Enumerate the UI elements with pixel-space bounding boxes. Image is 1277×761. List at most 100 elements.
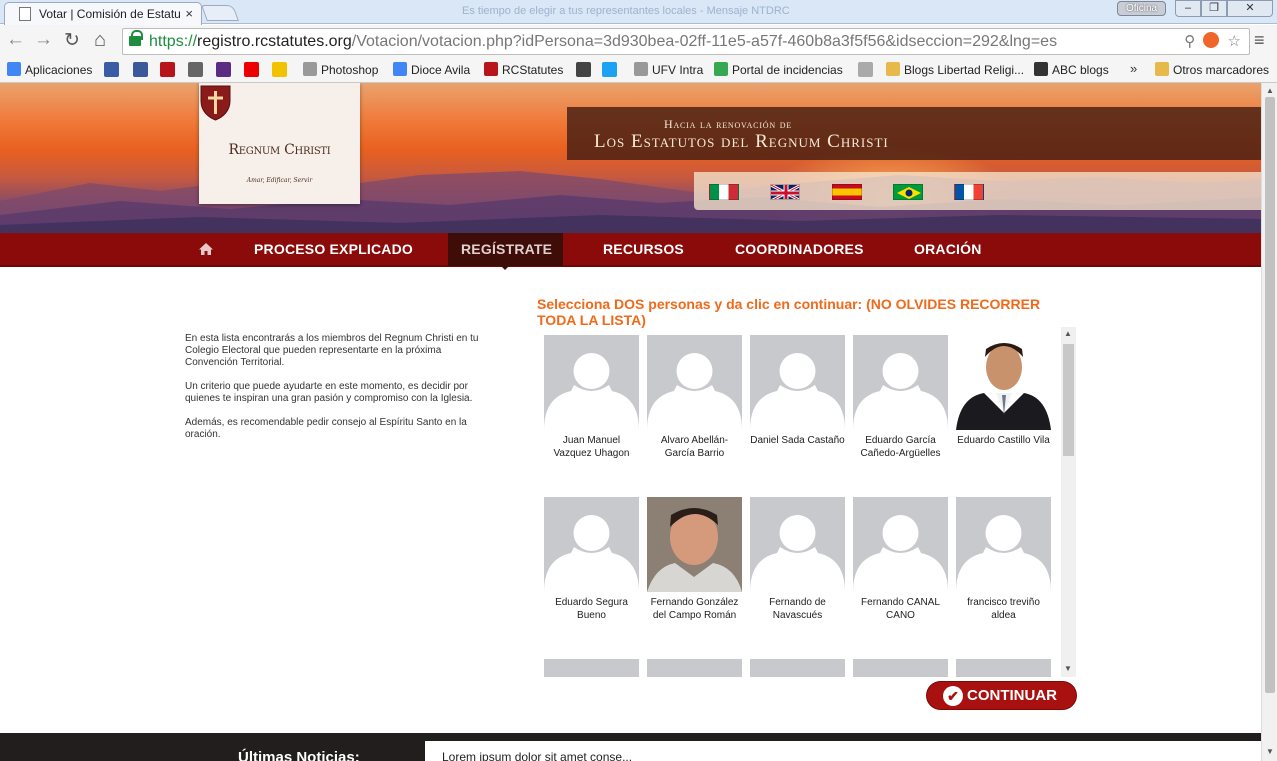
cloud-icon[interactable] bbox=[858, 62, 873, 77]
bookmark-item[interactable]: UFV Intra bbox=[634, 62, 703, 77]
folder-icon bbox=[1155, 62, 1169, 76]
bookmark-item[interactable]: RCStatutes bbox=[484, 62, 563, 77]
avatar-placeholder[interactable] bbox=[544, 497, 639, 592]
avatar-placeholder[interactable] bbox=[544, 335, 639, 430]
profile-button[interactable]: Oficina bbox=[1117, 1, 1166, 16]
browser-tab[interactable]: Votar | Comisión de Estatu × bbox=[4, 2, 202, 25]
flag-brazil-icon[interactable] bbox=[893, 184, 923, 200]
avatar-placeholder[interactable] bbox=[956, 497, 1051, 592]
flag-spain-icon[interactable] bbox=[832, 184, 862, 200]
folder-icon bbox=[886, 62, 900, 76]
news-ticker[interactable]: Lorem ipsum dolor sit amet conse... bbox=[442, 750, 632, 761]
intro-text: En esta lista encontrarás a los miembros… bbox=[185, 333, 495, 453]
page-scroll-up-icon[interactable]: ▲ bbox=[1266, 86, 1274, 95]
avatar-photo[interactable] bbox=[647, 497, 742, 592]
bookmarks-overflow-icon[interactable]: » bbox=[1130, 61, 1137, 76]
page-scrollbar[interactable]: ▲ ▼ bbox=[1261, 83, 1277, 761]
avatar-placeholder[interactable] bbox=[853, 659, 948, 677]
people-list-scroll-thumb[interactable] bbox=[1063, 344, 1074, 456]
secure-lock-icon bbox=[129, 30, 143, 46]
person-name: Fernando CANAL CANO bbox=[861, 597, 940, 621]
person-card[interactable]: Fernando González del Campo Román bbox=[647, 497, 742, 622]
avatar-placeholder[interactable] bbox=[544, 659, 639, 677]
person-name: Fernando González del Campo Román bbox=[650, 597, 739, 621]
home-icon[interactable]: ⌂ bbox=[94, 29, 106, 52]
santander-icon[interactable] bbox=[244, 62, 259, 77]
bookmark-item[interactable]: Aplicaciones bbox=[7, 62, 92, 77]
twitter-icon[interactable] bbox=[602, 62, 617, 77]
news-bar: Últimas Noticias: Lorem ipsum dolor sit … bbox=[0, 733, 1261, 761]
reload-icon[interactable]: ↻ bbox=[64, 29, 80, 52]
address-bar[interactable]: https://registro.rcstatutes.org/Votacion… bbox=[122, 28, 1250, 55]
person-card[interactable]: Fernando de Navascués bbox=[750, 497, 845, 622]
maximize-button[interactable]: ❐ bbox=[1201, 0, 1227, 17]
logo-title: Regnum Christi bbox=[228, 142, 331, 158]
minimize-button[interactable]: ‒ bbox=[1175, 0, 1201, 17]
people-list-scrollbar[interactable]: ▲ ▼ bbox=[1061, 327, 1076, 677]
shield-icon[interactable] bbox=[160, 62, 175, 77]
avatar-placeholder[interactable] bbox=[750, 659, 845, 677]
flag-italy-icon[interactable] bbox=[709, 184, 739, 200]
person-card[interactable]: Juan Manuel Vazquez Uhagon bbox=[544, 335, 639, 460]
close-window-button[interactable]: ✕ bbox=[1227, 0, 1273, 17]
intro-paragraph: En esta lista encontrarás a los miembros… bbox=[185, 333, 479, 368]
scroll-down-icon[interactable]: ▼ bbox=[1064, 664, 1072, 673]
page-scroll-thumb[interactable] bbox=[1265, 97, 1275, 693]
back-arrow-icon[interactable]: ← bbox=[6, 29, 25, 51]
bookmark-item[interactable]: Dioce Avila bbox=[393, 62, 470, 77]
avatar-placeholder[interactable] bbox=[750, 497, 845, 592]
avatar-photo[interactable] bbox=[956, 335, 1051, 430]
forward-arrow-icon[interactable]: → bbox=[34, 29, 53, 51]
avatar-placeholder[interactable] bbox=[750, 335, 845, 430]
bookmark-item[interactable]: Photoshop bbox=[303, 62, 378, 77]
header-banner: Regnum Christi Amar, Edificar, Servir Ha… bbox=[0, 83, 1261, 233]
other-bookmarks[interactable]: Otros marcadores bbox=[1155, 62, 1269, 77]
page-scroll-down-icon[interactable]: ▼ bbox=[1266, 747, 1274, 756]
nav-coordinadores[interactable]: COORDINADORES bbox=[735, 233, 864, 265]
nav-oracion[interactable]: ORACIÓN bbox=[914, 233, 982, 265]
continue-label: CONTINUAR bbox=[967, 687, 1057, 704]
bookmark-item[interactable]: Portal de incidencias bbox=[714, 62, 843, 77]
people-list[interactable]: Juan Manuel Vazquez Uhagon Alvaro Abellán… bbox=[537, 327, 1076, 677]
bookmark-label: Blogs Libertad Religi... bbox=[904, 63, 1025, 77]
scroll-up-icon[interactable]: ▲ bbox=[1064, 329, 1072, 338]
rc-icon[interactable] bbox=[188, 62, 203, 77]
flag-uk-icon[interactable] bbox=[770, 184, 800, 200]
tab-title: Votar | Comisión de Estatu bbox=[39, 7, 181, 21]
hamburger-menu-icon[interactable]: ≡ bbox=[1254, 30, 1265, 51]
person-card[interactable]: Eduardo Castillo Vila bbox=[956, 335, 1051, 447]
tab-close-icon[interactable]: × bbox=[185, 6, 193, 21]
avatar-placeholder[interactable] bbox=[853, 497, 948, 592]
person-card[interactable]: Alvaro Abellán-García Barrio bbox=[647, 335, 742, 460]
person-card[interactable]: Eduardo Segura Bueno bbox=[544, 497, 639, 622]
home-icon[interactable] bbox=[197, 240, 215, 258]
bookmark-item[interactable]: Blogs Libertad Religi... bbox=[886, 62, 1024, 77]
person-name: Eduardo García Cañedo-Argüelles bbox=[860, 435, 941, 459]
avatar-placeholder[interactable] bbox=[853, 335, 948, 430]
b-icon[interactable] bbox=[272, 62, 287, 77]
mail-icon[interactable] bbox=[216, 62, 231, 77]
ao-icon[interactable] bbox=[576, 62, 591, 77]
continue-button[interactable]: ✔ CONTINUAR bbox=[927, 682, 1076, 709]
logo[interactable]: Regnum Christi Amar, Edificar, Servir bbox=[199, 83, 360, 204]
avatar-placeholder[interactable] bbox=[956, 659, 1051, 677]
nav-proceso-explicado[interactable]: PROCESO EXPLICADO bbox=[254, 233, 413, 265]
avatar-placeholder[interactable] bbox=[647, 659, 742, 677]
nav-registrate[interactable]: REGÍSTRATE bbox=[461, 233, 552, 265]
search-icon[interactable]: ⚲ bbox=[1184, 33, 1195, 50]
person-card[interactable]: Daniel Sada Castaño bbox=[750, 335, 845, 447]
bookmark-label: RCStatutes bbox=[502, 63, 564, 77]
new-tab-button[interactable] bbox=[201, 5, 239, 21]
extension-icon[interactable] bbox=[1203, 32, 1220, 48]
facebook-icon[interactable] bbox=[133, 62, 148, 77]
avatar-placeholder[interactable] bbox=[647, 335, 742, 430]
nav-recursos[interactable]: RECURSOS bbox=[603, 233, 684, 265]
flag-france-icon[interactable] bbox=[954, 184, 984, 200]
person-card[interactable]: Eduardo García Cañedo-Argüelles bbox=[853, 335, 948, 460]
star-icon[interactable]: ☆ bbox=[1228, 33, 1241, 50]
person-card[interactable]: Fernando CANAL CANO bbox=[853, 497, 948, 622]
person-card[interactable]: francisco treviño aldea bbox=[956, 497, 1051, 622]
bookmark-icon-1[interactable] bbox=[104, 62, 119, 77]
person-name: Alvaro Abellán-García Barrio bbox=[660, 435, 729, 459]
bookmark-item[interactable]: ABC blogs bbox=[1034, 62, 1109, 77]
